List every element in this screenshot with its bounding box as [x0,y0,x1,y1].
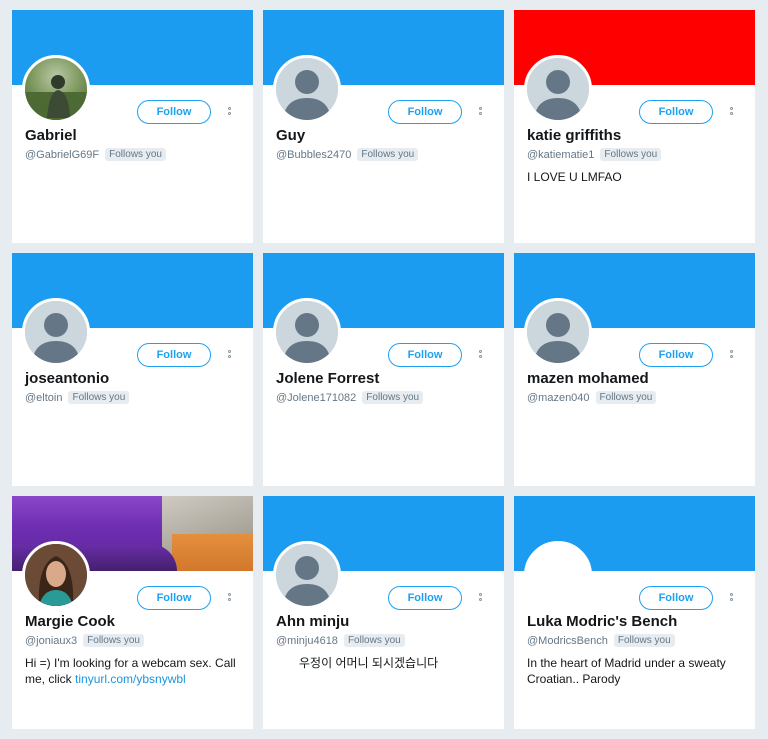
more-options-icon[interactable] [225,588,233,606]
follow-button[interactable]: Follow [388,100,462,124]
follows-you-badge: Follows you [83,634,144,647]
user-bio: I LOVE U LMFAO [527,170,622,184]
follow-button[interactable]: Follow [137,343,211,367]
user-card[interactable]: Follow Jolene Forrest @Jolene171082 Foll… [263,253,504,486]
avatar[interactable] [22,55,90,123]
display-name[interactable]: Guy [276,127,305,144]
follows-you-badge: Follows you [68,391,130,404]
username[interactable]: @mazen040 [527,392,590,404]
username[interactable]: @Jolene171082 [276,392,356,404]
follows-you-badge: Follows you [600,148,662,161]
follows-you-badge: Follows you [613,634,675,647]
display-name[interactable]: Gabriel [25,127,77,144]
user-card[interactable]: Follow Margie Cook @joniaux3 Follows you… [12,496,253,729]
username[interactable]: @joniaux3 [25,635,77,647]
username[interactable]: @minju4618 [276,635,338,647]
user-card[interactable]: Follow Luka Modric's Bench @ModricsBench… [514,496,755,729]
user-card[interactable]: Follow mazen mohamed @mazen040 Follows y… [514,253,755,486]
handle-row: @joniaux3 Follows you [25,634,144,647]
display-name[interactable]: joseantonio [25,370,109,387]
username[interactable]: @eltoin [25,392,62,404]
user-card-grid: Follow Gabriel @GabrielG69F Follows you … [12,10,755,729]
display-name[interactable]: Luka Modric's Bench [527,613,677,630]
display-name[interactable]: Jolene Forrest [276,370,379,387]
handle-row: @mazen040 Follows you [527,391,657,404]
avatar[interactable] [524,298,592,366]
follow-button[interactable]: Follow [388,343,462,367]
handle-row: @katiematie1 Follows you [527,148,662,161]
more-options-icon[interactable] [225,345,233,363]
handle-row: @ModricsBench Follows you [527,634,675,647]
avatar[interactable] [273,55,341,123]
user-bio: In the heart of Madrid under a sweaty Cr… [527,656,726,686]
follow-button[interactable]: Follow [639,343,713,367]
username[interactable]: @Bubbles2470 [276,149,351,161]
user-card[interactable]: Follow Gabriel @GabrielG69F Follows you [12,10,253,243]
avatar[interactable] [22,541,90,609]
follow-button[interactable]: Follow [639,586,713,610]
user-card[interactable]: Follow Guy @Bubbles2470 Follows you [263,10,504,243]
handle-row: @eltoin Follows you [25,391,130,404]
follow-button[interactable]: Follow [388,586,462,610]
more-options-icon[interactable] [476,345,484,363]
display-name[interactable]: mazen mohamed [527,370,649,387]
username[interactable]: @GabrielG69F [25,149,99,161]
follow-button[interactable]: Follow [137,586,211,610]
username[interactable]: @katiematie1 [527,149,594,161]
more-options-icon[interactable] [727,345,735,363]
handle-row: @Bubbles2470 Follows you [276,148,419,161]
avatar[interactable] [524,55,592,123]
follows-you-badge: Follows you [362,391,424,404]
display-name[interactable]: Ahn minju [276,613,349,630]
more-options-icon[interactable] [476,102,484,120]
user-card[interactable]: Follow Ahn minju @minju4618 Follows you … [263,496,504,729]
user-card[interactable]: Follow joseantonio @eltoin Follows you [12,253,253,486]
display-name[interactable]: katie griffiths [527,127,621,144]
avatar[interactable] [524,541,592,609]
avatar[interactable] [273,541,341,609]
follows-you-badge: Follows you [343,634,405,647]
handle-row: @minju4618 Follows you [276,634,405,647]
more-options-icon[interactable] [727,588,735,606]
user-bio: 우정이 어머니 되시겠습니다 [299,656,439,670]
more-options-icon[interactable] [476,588,484,606]
display-name[interactable]: Margie Cook [25,613,115,630]
follows-you-badge: Follows you [357,148,419,161]
avatar[interactable] [273,298,341,366]
avatar[interactable] [22,298,90,366]
handle-row: @Jolene171082 Follows you [276,391,424,404]
handle-row: @GabrielG69F Follows you [25,148,166,161]
more-options-icon[interactable] [225,102,233,120]
follows-you-badge: Follows you [595,391,657,404]
user-card[interactable]: Follow katie griffiths @katiematie1 Foll… [514,10,755,243]
bio-link[interactable]: tinyurl.com/ybsnywbl [75,672,186,686]
username[interactable]: @ModricsBench [527,635,608,647]
user-bio: Hi =) I'm looking for a webcam sex. Call… [25,655,240,687]
follows-you-badge: Follows you [105,148,166,161]
follow-button[interactable]: Follow [639,100,713,124]
follow-button[interactable]: Follow [137,100,211,124]
more-options-icon[interactable] [727,102,735,120]
